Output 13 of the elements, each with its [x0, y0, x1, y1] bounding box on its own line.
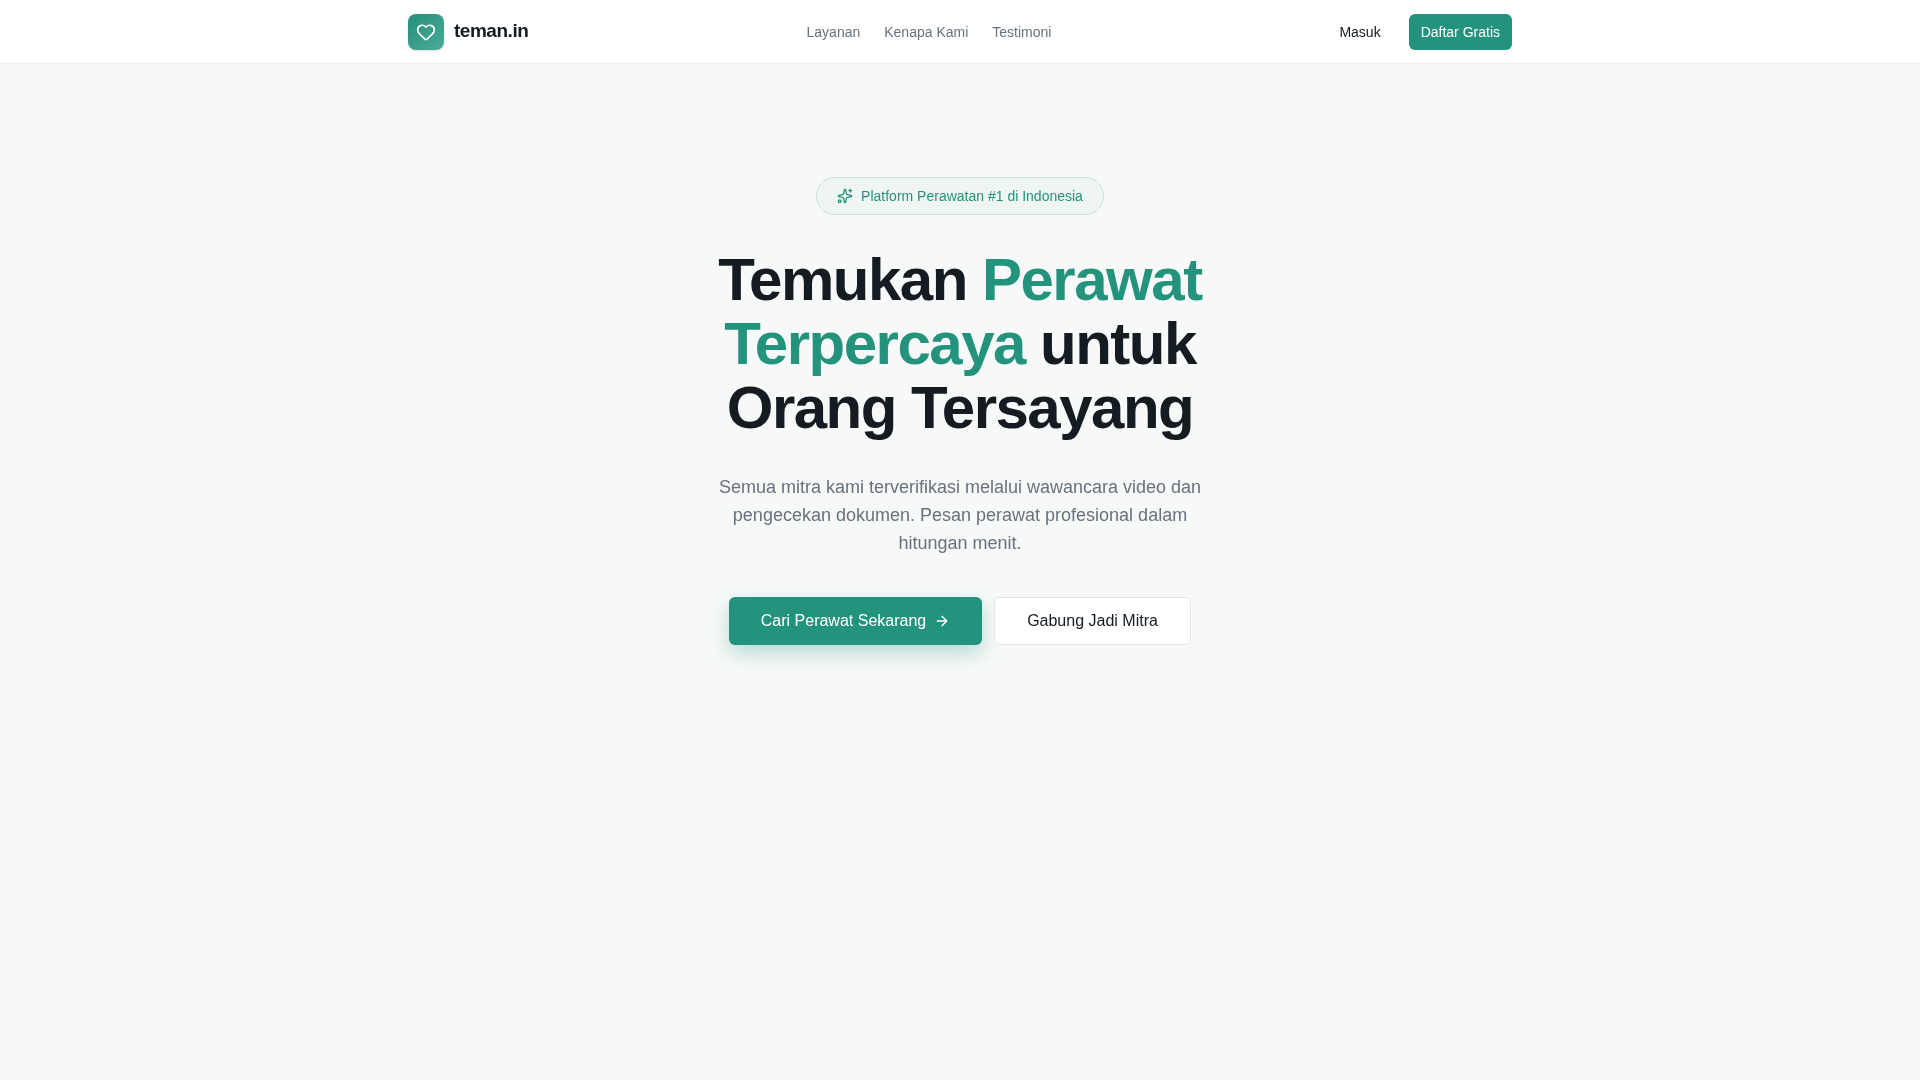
join-partner-button[interactable]: Gabung Jadi Mitra [994, 597, 1191, 645]
login-button[interactable]: Masuk [1331, 13, 1389, 50]
heart-logo-icon [408, 13, 444, 50]
sparkle-icon [837, 188, 854, 204]
badge-text: Platform Perawatan #1 di Indonesia [861, 187, 1083, 206]
nav-link[interactable]: Kenapa Kami [884, 21, 969, 42]
hero-heading: Temukan Perawat Terpercaya untuk Orang Tersayang [717, 248, 1204, 440]
find-caregiver-button[interactable]: Cari Perawat Sekarang [729, 597, 982, 645]
hero-description: Semua mitra kami terverifikasi melalui wawancara video dan pengecekan dokumen. Pesan perawat profesional dalam hitungan menit. [717, 476, 1203, 555]
nav-link[interactable]: Layanan [806, 21, 861, 42]
nav-link[interactable]: Testimoni [992, 21, 1052, 42]
signup-button[interactable]: Daftar Gratis [1408, 13, 1512, 50]
brand-name: teman.in [454, 19, 529, 44]
